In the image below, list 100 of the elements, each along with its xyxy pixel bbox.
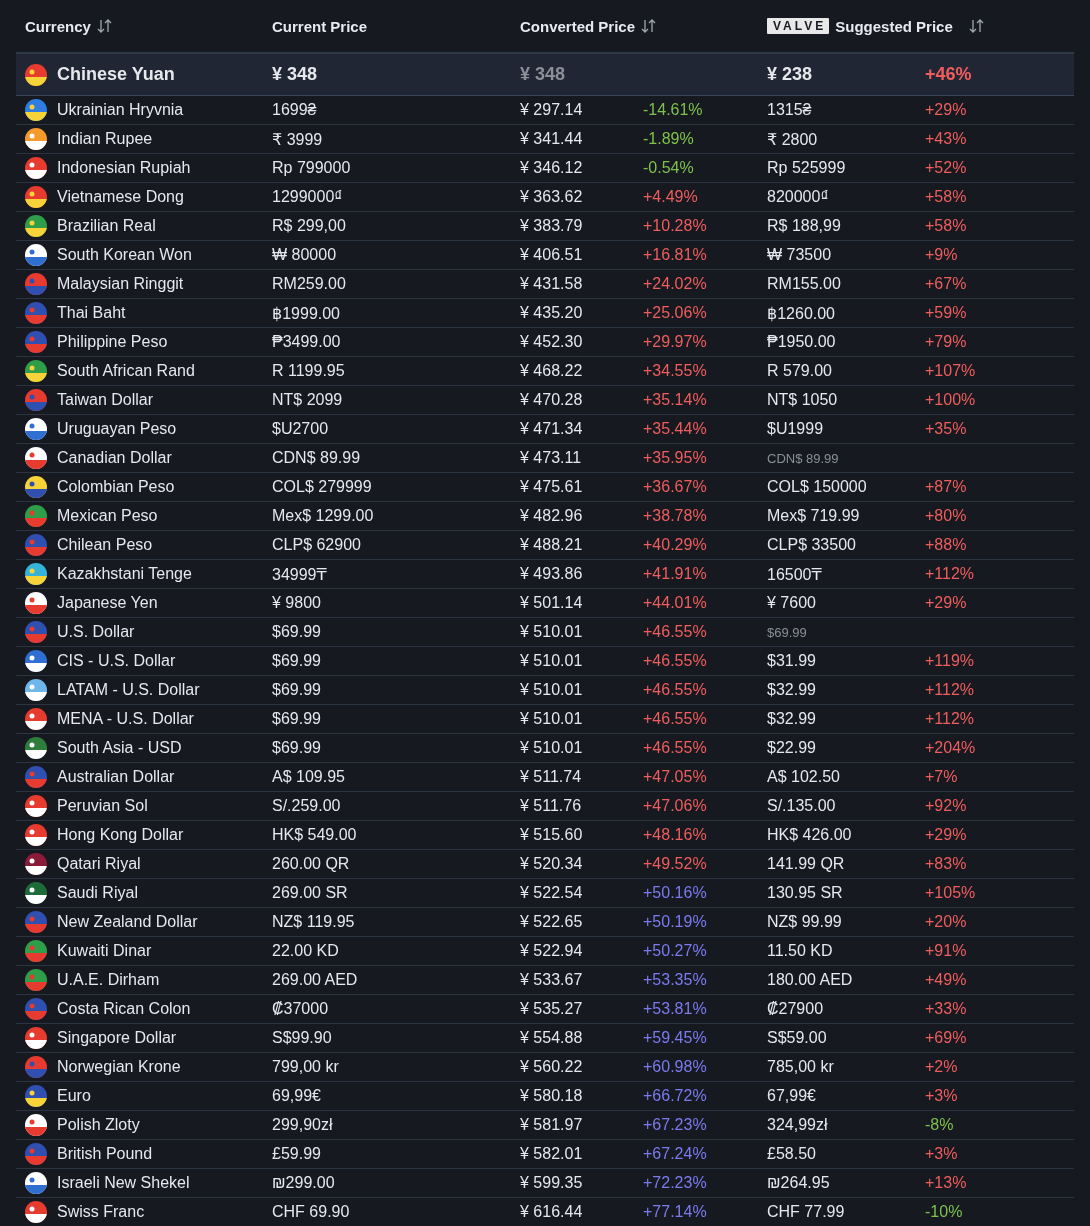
current-price: ₡37000 <box>272 1000 330 1018</box>
converted-price: ¥ 533.67 <box>520 971 584 989</box>
currency-name: Ukrainian Hryvnia <box>57 101 184 119</box>
current-price: HK$ 549.00 <box>272 826 358 844</box>
percent-difference: +41.91% <box>643 565 708 583</box>
suggested-price: COL$ 150000 <box>767 478 868 496</box>
column-header: Current Price <box>272 17 368 35</box>
converted-price: ¥ 581.97 <box>520 1116 584 1134</box>
flag-icon <box>25 157 47 179</box>
converted-price: ¥ 510.01 <box>520 681 584 699</box>
current-price: RM259.00 <box>272 275 347 293</box>
current-price: ₹ 3999 <box>272 129 324 149</box>
flag-icon <box>25 534 47 556</box>
currency-name: MENA - U.S. Dollar <box>57 710 194 728</box>
currency-name: Vietnamese Dong <box>57 188 184 206</box>
flag-icon <box>25 99 47 121</box>
current-price: ¥ 348 <box>272 64 319 85</box>
column-header[interactable]: Suggested Price <box>835 17 953 35</box>
suggested-price: Mex$ 719.99 <box>767 507 861 525</box>
converted-price: ¥ 511.74 <box>520 768 583 786</box>
suggested-price: 324,99zł <box>767 1116 829 1134</box>
flag-icon <box>25 795 47 817</box>
currency-name: CIS - U.S. Dollar <box>57 652 176 670</box>
currency-name: Israeli New Shekel <box>57 1174 190 1192</box>
currency-name: LATAM - U.S. Dollar <box>57 681 200 699</box>
percent-difference: +46.55% <box>643 623 708 641</box>
sort-icon[interactable] <box>641 19 657 33</box>
percent-difference: +60.98% <box>643 1058 708 1076</box>
percent-difference: +46% <box>925 64 973 85</box>
flag-icon <box>25 882 47 904</box>
flag-icon <box>25 215 47 237</box>
currency-name: Costa Rican Colon <box>57 1000 191 1018</box>
percent-difference: +119% <box>925 652 976 670</box>
percent-difference: +46.55% <box>643 710 708 728</box>
flag-icon <box>25 1085 47 1107</box>
column-header[interactable]: Currency <box>25 17 91 35</box>
percent-difference: -14.61% <box>643 101 704 119</box>
currency-name: British Pound <box>57 1145 153 1163</box>
percent-difference: +24.02% <box>643 275 708 293</box>
percent-difference: +53.81% <box>643 1000 708 1018</box>
suggested-price: ฿1260.00 <box>767 303 836 323</box>
percent-difference: +107% <box>925 362 977 380</box>
current-price: 260.00 QR <box>272 855 351 873</box>
current-price: CHF 69.90 <box>272 1203 351 1221</box>
current-price: $69.99 <box>272 739 322 757</box>
flag-icon <box>25 824 47 846</box>
suggested-price: CHF 77.99 <box>767 1203 846 1221</box>
percent-difference: +50.16% <box>643 884 708 902</box>
suggested-price: ₹ 2800 <box>767 129 819 149</box>
percent-difference: +112% <box>925 565 976 583</box>
suggested-price: $22.99 <box>767 739 817 757</box>
suggested-price: ₡27900 <box>767 1000 825 1018</box>
suggested-price: Rp 525999 <box>767 159 847 177</box>
flag-icon <box>25 128 47 150</box>
converted-price: ¥ 488.21 <box>520 536 584 554</box>
flag-icon <box>25 940 47 962</box>
column-header[interactable]: Converted Price <box>520 17 636 35</box>
suggested-price: £58.50 <box>767 1145 817 1163</box>
sort-icon[interactable] <box>968 19 984 33</box>
suggested-price: $69.99 <box>767 624 808 640</box>
current-price: 1299000₫ <box>272 188 344 206</box>
currency-name: Japanese Yen <box>57 594 158 612</box>
converted-price: ¥ 482.96 <box>520 507 584 525</box>
converted-price: ¥ 511.76 <box>520 797 583 815</box>
percent-difference: +9% <box>925 246 959 264</box>
percent-difference: +53.35% <box>643 971 708 989</box>
percent-difference: +46.55% <box>643 739 708 757</box>
current-price: 269.00 SR <box>272 884 349 902</box>
suggested-price: ₱1950.00 <box>767 333 837 351</box>
converted-price: ¥ 493.86 <box>520 565 584 583</box>
converted-price: ¥ 501.14 <box>520 594 584 612</box>
flag-icon <box>25 418 47 440</box>
current-price: $69.99 <box>272 710 322 728</box>
currency-name: New Zealand Dollar <box>57 913 198 931</box>
suggested-price: $32.99 <box>767 710 817 728</box>
suggested-price: RM155.00 <box>767 275 842 293</box>
current-price: CLP$ 62900 <box>272 536 362 554</box>
flag-icon <box>25 505 47 527</box>
converted-price: ¥ 535.27 <box>520 1000 584 1018</box>
percent-difference: +80% <box>925 507 968 525</box>
current-price: 22.00 KD <box>272 942 340 960</box>
percent-difference: +91% <box>925 942 968 960</box>
percent-difference: +46.55% <box>643 652 708 670</box>
percent-difference: +4.49% <box>643 188 699 206</box>
percent-difference: +13% <box>925 1174 968 1192</box>
percent-difference: +50.19% <box>643 913 708 931</box>
suggested-price: $U1999 <box>767 420 825 438</box>
percent-difference: +33% <box>925 1000 968 1018</box>
current-price: NZ$ 119.95 <box>272 913 356 931</box>
percent-difference: +43% <box>925 130 968 148</box>
sort-icon[interactable] <box>96 19 112 33</box>
flag-icon <box>25 331 47 353</box>
currency-name: Uruguayan Peso <box>57 420 177 438</box>
current-price: S/.259.00 <box>272 797 342 815</box>
converted-price: ¥ 431.58 <box>520 275 584 293</box>
current-price: Rp 799000 <box>272 159 352 177</box>
currency-name: Taiwan Dollar <box>57 391 154 409</box>
flag-icon <box>25 853 47 875</box>
percent-difference: +7% <box>925 768 959 786</box>
flag-icon <box>25 1172 47 1194</box>
